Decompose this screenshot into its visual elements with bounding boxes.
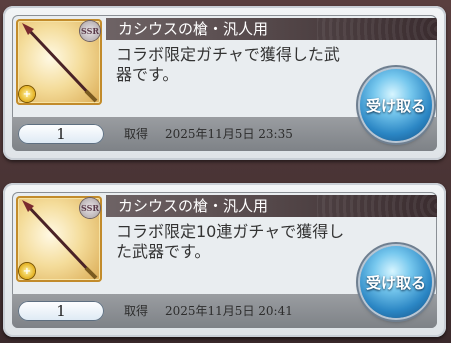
quantity-display: 1	[18, 124, 104, 144]
item-title: カシウスの槍・汎人用	[106, 195, 437, 217]
acquired-label: 取得	[124, 304, 149, 318]
receive-button[interactable]: 受け取る	[360, 246, 432, 318]
element-badge-icon: +	[19, 86, 35, 102]
quantity-display: 1	[18, 301, 104, 321]
item-description: コラボ限定ガチャで獲得した武器です。	[116, 45, 340, 84]
acquired-date: 2025年11月5日 23:35	[165, 127, 293, 141]
item-description: コラボ限定10連ガチャで獲得した武器です。	[116, 222, 345, 261]
gift-card-inner: SSR + カシウスの槍・汎人用 コラボ限定10連ガチャで獲得した武器です。 1…	[12, 192, 437, 328]
acquired-label: 取得	[124, 127, 149, 141]
gift-card: SSR + カシウスの槍・汎人用 コラボ限定ガチャで獲得した武器です。 1 取得…	[3, 6, 446, 160]
acquired-date: 2025年11月5日 20:41	[165, 304, 293, 318]
item-title: カシウスの槍・汎人用	[106, 18, 437, 40]
rarity-ssr-icon: SSR	[80, 198, 100, 218]
gift-card: SSR + カシウスの槍・汎人用 コラボ限定10連ガチャで獲得した武器です。 1…	[3, 183, 446, 337]
weapon-thumbnail: SSR +	[16, 19, 102, 105]
weapon-thumbnail: SSR +	[16, 196, 102, 282]
receive-button[interactable]: 受け取る	[360, 69, 432, 141]
rarity-ssr-icon: SSR	[80, 21, 100, 41]
gift-card-inner: SSR + カシウスの槍・汎人用 コラボ限定ガチャで獲得した武器です。 1 取得…	[12, 15, 437, 151]
element-badge-icon: +	[19, 263, 35, 279]
